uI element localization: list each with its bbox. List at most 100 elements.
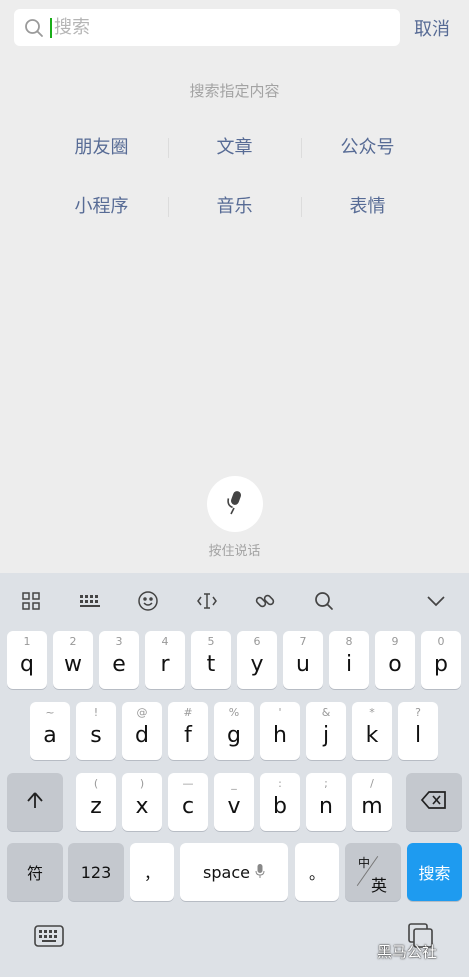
key-primary-label: r [160,651,170,677]
key-j[interactable]: & j [306,702,346,760]
key-y[interactable]: 6y [237,631,277,689]
key-primary-label: s [90,722,102,748]
category-articles[interactable]: 文章 [168,134,301,162]
key-primary-label: i [345,651,353,677]
backspace-icon [420,790,448,814]
symbol-key[interactable]: 符 [7,843,63,901]
clipboard-link-icon[interactable] [253,589,277,613]
key-b[interactable]: :b [260,773,300,831]
key-primary-label: c [181,793,195,819]
key-w[interactable]: 2w [53,631,93,689]
key-primary-label: j [322,722,330,748]
key-secondary-label: _ [231,777,237,790]
key-g[interactable]: % g [214,702,254,760]
grid-menu-icon[interactable] [19,589,43,613]
key-secondary-label: 9 [391,635,399,648]
number-key-label: 123 [80,862,112,882]
key-primary-label: t [206,651,216,677]
category-stickers[interactable]: 表情 [301,193,434,221]
key-n[interactable]: ; n [306,773,346,831]
key-secondary-label: 8 [345,635,353,648]
space-key-label: space [203,862,250,882]
comma-key[interactable]: ， [130,843,174,901]
space-key[interactable]: space [180,843,288,901]
key-secondary-label: * [369,706,375,719]
key-a[interactable]: ~ a [30,702,70,760]
backspace-key[interactable] [406,773,462,831]
period-key-label: 。 [308,864,325,883]
cursor-edit-icon[interactable] [195,589,219,613]
key-primary-label: x [135,793,149,819]
voice-hint-label: 按住说话 [208,544,261,559]
key-primary-label: p [434,651,448,677]
collapse-keyboard-icon[interactable] [424,589,448,613]
key-h[interactable]: ' h [260,702,300,760]
key-i[interactable]: 8i [329,631,369,689]
keyboard-search-icon[interactable] [312,589,336,613]
key-secondary-label: 5 [207,635,215,648]
key-primary-label: u [296,651,310,677]
watermark: 黑马公社 [377,943,438,961]
shift-key[interactable] [7,773,63,831]
key-secondary-label: 1 [23,635,31,648]
search-icon [24,18,44,38]
key-k[interactable]: * k [352,702,392,760]
number-key[interactable]: 123 [68,843,124,901]
key-secondary-label: : [278,777,282,790]
key-p[interactable]: 0p [421,631,461,689]
keyboard-toolbar [0,573,469,629]
key-f[interactable]: # f [168,702,208,760]
text-caret [50,17,52,38]
keyboard-switch-icon[interactable] [34,924,64,952]
key-z[interactable]: (z [76,773,116,831]
key-d[interactable]: @ d [122,702,162,760]
search-submit-key[interactable]: 搜索 [407,843,462,901]
emoji-icon[interactable] [136,589,160,613]
key-primary-label: e [112,651,126,677]
keyboard-layout-icon[interactable] [78,589,102,613]
category-official-accounts[interactable]: 公众号 [301,134,434,162]
key-primary-label: b [273,793,287,819]
key-primary-label: w [64,651,82,677]
comma-key-label: ， [143,864,160,883]
key-v[interactable]: _ v [214,773,254,831]
key-x[interactable]: ) x [122,773,162,831]
key-secondary-label: # [183,706,193,719]
category-mini-programs[interactable]: 小程序 [35,193,168,221]
key-secondary-label: ( [93,777,99,790]
key-e[interactable]: 3e [99,631,139,689]
key-primary-label: k [365,722,379,748]
key-secondary-label: ? [415,706,421,719]
key-primary-label: h [273,722,287,748]
key-l[interactable]: ? l [398,702,438,760]
category-row: 朋友圈 文章 公众号 [35,134,435,162]
key-primary-label: z [90,793,102,819]
period-key[interactable]: 。 [295,843,339,901]
category-music[interactable]: 音乐 [168,193,301,221]
key-r[interactable]: 4r [145,631,185,689]
key-q[interactable]: 1q [7,631,47,689]
search-input[interactable] [54,17,354,38]
key-secondary-label: & [321,706,331,719]
key-m[interactable]: / m [352,773,392,831]
category-row: 小程序 音乐 表情 [35,193,435,221]
key-secondary-label: / [370,777,374,790]
key-t[interactable]: 5t [191,631,231,689]
cancel-button[interactable]: 取消 [414,15,458,41]
key-primary-label: n [319,793,333,819]
key-secondary-label: % [228,706,240,719]
language-switch-key[interactable]: 中 英 [345,843,401,901]
key-o[interactable]: 9o [375,631,415,689]
category-moments[interactable]: 朋友圈 [35,134,168,162]
key-s[interactable]: ! s [76,702,116,760]
lang-bottom-label: 英 [371,876,388,895]
key-primary-label: o [388,651,402,677]
search-bar[interactable] [14,9,400,46]
key-c[interactable]: — c [168,773,208,831]
key-secondary-label: 4 [161,635,169,648]
key-secondary-label: 7 [299,635,307,648]
symbol-key-label: 符 [26,864,43,883]
voice-input-button[interactable] [207,476,263,532]
key-secondary-label: 6 [253,635,261,648]
key-u[interactable]: 7u [283,631,323,689]
